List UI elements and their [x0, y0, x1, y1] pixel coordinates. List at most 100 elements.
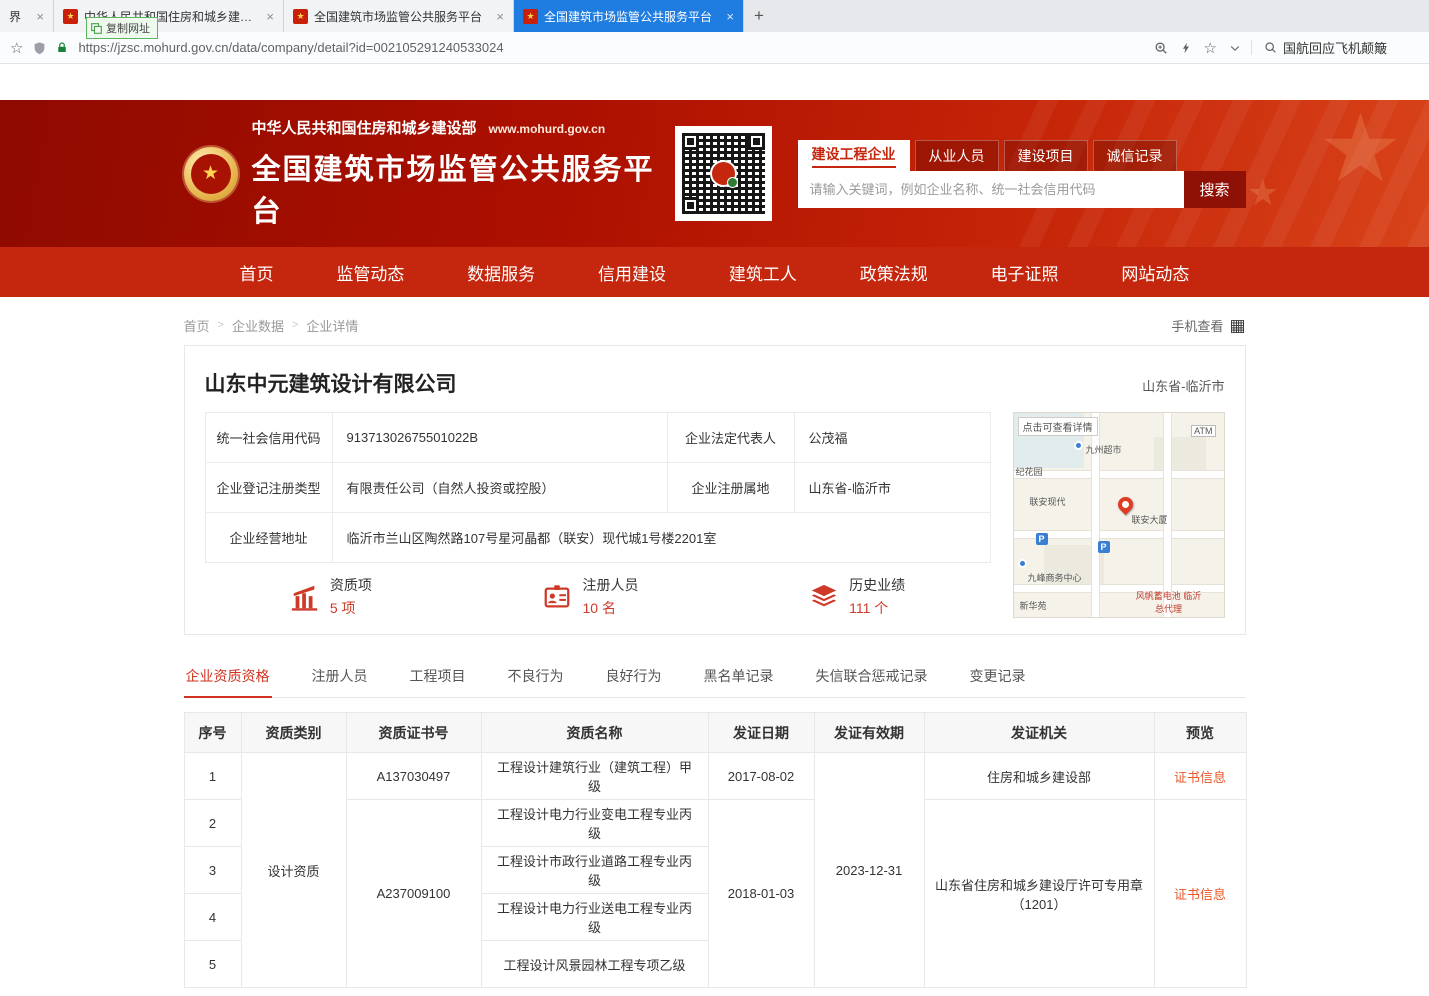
cell-name: 工程设计电力行业变电工程专业丙级: [481, 800, 708, 847]
search-button[interactable]: 搜索: [1184, 171, 1246, 208]
cell-category: 设计资质: [241, 753, 346, 988]
tab-qualifications[interactable]: 企业资质资格: [184, 657, 272, 698]
breadcrumb-current: 企业详情: [306, 316, 358, 335]
reg-type-label: 企业登记注册类型: [205, 463, 332, 513]
decorative-star-icon: ★: [1318, 100, 1403, 204]
map-thumbnail[interactable]: 点击可查看详情 九州超市 ATM 纪花园 联安现代 联安大厦 九峰商务中心 新华…: [1013, 412, 1225, 618]
nav-item-credit[interactable]: 信用建设: [598, 260, 666, 285]
tab-projects[interactable]: 工程项目: [408, 657, 468, 697]
parking-icon: P: [1036, 533, 1048, 545]
stat-value: 5 项: [330, 598, 372, 618]
map-label: 九峰商务中心: [1028, 571, 1082, 584]
table-header-issue-date: 发证日期: [708, 713, 814, 753]
table-header-cert-no: 资质证书号: [346, 713, 481, 753]
map-pin-icon: [1114, 494, 1135, 515]
browser-tab[interactable]: ★ 全国建筑市场监管公共服务平台 ×: [284, 0, 514, 32]
search-tab-project[interactable]: 建设项目: [1004, 140, 1088, 171]
quick-search-input[interactable]: [1283, 40, 1413, 55]
nav-item-site-news[interactable]: 网站动态: [1121, 260, 1189, 285]
search-tab-personnel[interactable]: 从业人员: [915, 140, 999, 171]
close-icon[interactable]: ×: [266, 10, 274, 23]
map-label: 九州超市: [1086, 443, 1122, 456]
mobile-view-label[interactable]: 手机查看: [1171, 316, 1223, 335]
favorite-star-icon[interactable]: ☆: [1204, 39, 1217, 57]
credit-code-value: 91371302675501022B: [332, 413, 667, 463]
qr-grid-icon[interactable]: ▦: [1229, 317, 1245, 334]
stat-registered-personnel[interactable]: 注册人员 10 名: [542, 575, 638, 618]
nav-item-workers[interactable]: 建筑工人: [729, 260, 797, 285]
tab-blacklist[interactable]: 黑名单记录: [702, 657, 776, 697]
cell-name: 工程设计市政行业道路工程专业丙级: [481, 847, 708, 894]
table-header-preview: 预览: [1154, 713, 1246, 753]
tab-good-behavior[interactable]: 良好行为: [604, 657, 664, 697]
browser-tab[interactable]: 界 ×: [0, 0, 54, 32]
tab-title: 全国建筑市场监管公共服务平台: [314, 8, 490, 25]
tab-registered-personnel[interactable]: 注册人员: [310, 657, 370, 697]
page-info-shield-icon[interactable]: [33, 41, 46, 55]
browser-tab-active[interactable]: ★ 全国建筑市场监管公共服务平台 ×: [514, 0, 744, 32]
new-tab-button[interactable]: +: [744, 0, 774, 32]
stat-label: 历史业绩: [849, 575, 905, 595]
close-icon[interactable]: ×: [496, 10, 504, 23]
stat-value: 111 个: [849, 598, 905, 618]
flash-icon[interactable]: [1180, 41, 1192, 55]
address-label: 企业经营地址: [205, 513, 332, 563]
stat-label: 注册人员: [582, 575, 638, 595]
site-banner: ★ ★ ★ 中华人民共和国住房和城乡建设部 www.mohurd.gov.cn …: [0, 100, 1429, 247]
bookmark-star-icon[interactable]: ☆: [10, 39, 23, 57]
reg-region-label: 企业注册属地: [667, 463, 794, 513]
url-text[interactable]: https://jzsc.mohurd.gov.cn/data/company/…: [78, 40, 1143, 55]
cell-cert-no: A137030497: [346, 753, 481, 800]
cell-name: 工程设计建筑行业（建筑工程）甲级: [481, 753, 708, 800]
qr-code: [675, 126, 772, 221]
close-icon[interactable]: ×: [726, 10, 734, 23]
nav-item-home[interactable]: 首页: [240, 260, 274, 285]
cert-info-link[interactable]: 证书信息: [1174, 770, 1226, 785]
quick-search-box[interactable]: [1251, 40, 1419, 55]
chevron-down-icon[interactable]: [1229, 42, 1241, 54]
breadcrumb-link-home[interactable]: 首页: [184, 316, 210, 335]
nav-item-policy[interactable]: 政策法规: [860, 260, 928, 285]
tab-title: 全国建筑市场监管公共服务平台: [544, 8, 720, 25]
stat-history-performance[interactable]: 历史业绩 111 个: [809, 575, 905, 618]
ministry-name: 中华人民共和国住房和城乡建设部: [252, 117, 477, 138]
site-favicon-icon: ★: [523, 9, 538, 24]
site-favicon-icon: ★: [293, 9, 308, 24]
close-icon[interactable]: ×: [36, 10, 44, 23]
map-poi-icon: [1074, 441, 1083, 450]
table-header-name: 资质名称: [481, 713, 708, 753]
nav-item-supervision[interactable]: 监管动态: [336, 260, 404, 285]
cell-validity: 2023-12-31: [814, 753, 924, 988]
reg-type-value: 有限责任公司（自然人投资或控股）: [332, 463, 667, 513]
tab-dishonesty-records[interactable]: 失信联合惩戒记录: [814, 657, 930, 697]
zoom-icon[interactable]: [1154, 41, 1168, 55]
search-tab-credit[interactable]: 诚信记录: [1093, 140, 1177, 171]
company-stats: 资质项 5 项 注册人员 10 名 历史业绩: [205, 575, 991, 618]
table-row: 1 设计资质 A137030497 工程设计建筑行业（建筑工程）甲级 2017-…: [184, 753, 1246, 800]
cell-issuer: 山东省住房和城乡建设厅许可专用章（1201）: [924, 800, 1154, 988]
nav-item-data-service[interactable]: 数据服务: [467, 260, 535, 285]
keyword-input[interactable]: [798, 171, 1184, 208]
table-header-category: 资质类别: [241, 713, 346, 753]
stat-label: 资质项: [330, 575, 372, 595]
nav-item-e-license[interactable]: 电子证照: [991, 260, 1059, 285]
stat-qualifications[interactable]: 资质项 5 项: [290, 575, 372, 618]
header-search-area: 建设工程企业 从业人员 建设项目 诚信记录 搜索: [798, 140, 1246, 208]
search-tab-enterprise[interactable]: 建设工程企业: [798, 140, 910, 171]
breadcrumb-link-company-data[interactable]: 企业数据: [232, 316, 284, 335]
cert-info-link[interactable]: 证书信息: [1174, 887, 1226, 902]
decorative-star-icon: ★: [1247, 172, 1279, 214]
tab-bad-behavior[interactable]: 不良行为: [506, 657, 566, 697]
map-label: 联安大厦: [1132, 513, 1168, 526]
parking-icon: P: [1098, 541, 1110, 553]
badge-icon: [542, 582, 572, 612]
main-nav: 首页 监管动态 数据服务 信用建设 建筑工人 政策法规 电子证照 网站动态: [0, 247, 1429, 297]
copy-icon: [91, 23, 102, 34]
platform-title: 全国建筑市场监管公共服务平台: [252, 146, 675, 230]
cell-no: 4: [184, 894, 241, 941]
map-hint: 点击可查看详情: [1018, 417, 1098, 436]
tooltip-text: 复制网址: [106, 20, 150, 36]
map-label: 风帆蓄电池 临沂总代理: [1134, 589, 1204, 615]
tab-change-records[interactable]: 变更记录: [968, 657, 1028, 697]
stat-value: 10 名: [582, 598, 638, 618]
